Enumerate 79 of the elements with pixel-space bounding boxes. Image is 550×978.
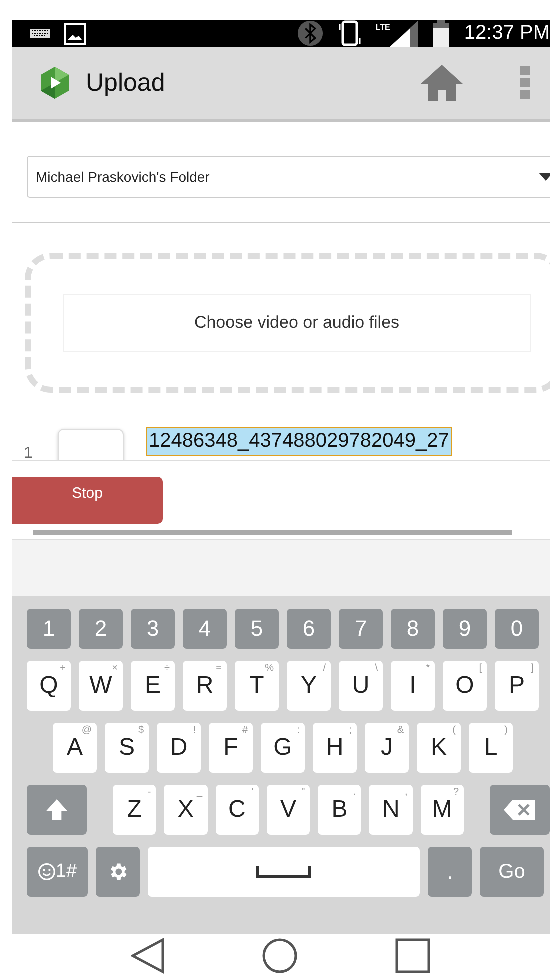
letter-key[interactable]: O [ bbox=[443, 661, 487, 711]
letter-key[interactable]: I * bbox=[391, 661, 435, 711]
key-hint: _ bbox=[196, 787, 203, 798]
letter-key[interactable]: T % bbox=[235, 661, 279, 711]
letter-key[interactable]: M ? bbox=[420, 785, 464, 835]
backspace-icon bbox=[502, 798, 537, 822]
clock: 12:37 PM bbox=[464, 22, 550, 45]
letter-key[interactable]: L ) bbox=[469, 723, 513, 773]
key-hint: & bbox=[397, 725, 404, 736]
key-hint: / bbox=[323, 663, 326, 674]
key-hint: # bbox=[242, 725, 248, 736]
file-name-field[interactable]: 12486348_437488029782049_27 bbox=[146, 427, 452, 456]
vibrate-icon bbox=[338, 20, 362, 47]
file-number: 1 bbox=[24, 445, 34, 460]
space-bar-icon bbox=[256, 865, 312, 879]
backspace-key[interactable] bbox=[490, 785, 550, 835]
key-hint: , bbox=[404, 787, 408, 798]
overflow-menu-icon[interactable] bbox=[520, 66, 530, 100]
key-hint: % bbox=[265, 663, 274, 674]
caret-icon bbox=[539, 173, 550, 181]
letter-key[interactable]: W × bbox=[79, 661, 123, 711]
stop-button[interactable]: Stop bbox=[12, 477, 163, 524]
key-hint: : bbox=[297, 725, 300, 736]
network-type: LTE bbox=[376, 23, 390, 32]
letter-key[interactable]: J & bbox=[365, 723, 409, 773]
keyboard-icon bbox=[30, 28, 50, 38]
key-hint: ) bbox=[504, 725, 508, 736]
letter-key[interactable]: P ] bbox=[495, 661, 539, 711]
letter-key[interactable]: U \ bbox=[339, 661, 383, 711]
letter-key[interactable]: Z - bbox=[112, 785, 156, 835]
letter-key[interactable]: E ÷ bbox=[131, 661, 175, 711]
letter-key[interactable]: B . bbox=[318, 785, 362, 835]
key-hint: ! bbox=[193, 725, 196, 736]
key-hint: ÷ bbox=[164, 663, 170, 674]
key-hint: " bbox=[302, 787, 306, 798]
letter-key[interactable]: Y / bbox=[287, 661, 331, 711]
key-hint: $ bbox=[138, 725, 144, 736]
key-hint: @ bbox=[82, 725, 92, 736]
key-hint: * bbox=[426, 663, 430, 674]
smiley-icon bbox=[38, 863, 56, 881]
key-hint: + bbox=[60, 663, 66, 674]
letter-key[interactable]: G : bbox=[261, 723, 305, 773]
battery-icon bbox=[432, 20, 450, 48]
home-icon[interactable] bbox=[420, 64, 464, 102]
letter-key[interactable]: H ; bbox=[313, 723, 357, 773]
letter-key[interactable]: Q + bbox=[27, 661, 71, 711]
letter-key[interactable]: N , bbox=[369, 785, 413, 835]
letter-key[interactable]: S $ bbox=[105, 723, 149, 773]
choose-files-button[interactable]: Choose video or audio files bbox=[63, 294, 531, 352]
key-hint: × bbox=[112, 663, 118, 674]
key-hint: \ bbox=[375, 663, 378, 674]
letter-key[interactable]: C ' bbox=[216, 785, 259, 835]
app-logo-icon bbox=[38, 66, 72, 100]
drop-zone[interactable]: Choose video or audio files bbox=[25, 253, 550, 393]
key-hint: ? bbox=[454, 787, 460, 798]
key-hint: [ bbox=[479, 663, 482, 674]
letter-key[interactable]: R = bbox=[183, 661, 227, 711]
recent-apps-icon[interactable] bbox=[395, 938, 432, 974]
signal-icon bbox=[390, 20, 418, 46]
letter-key[interactable]: F # bbox=[209, 723, 253, 773]
letter-key[interactable]: K ( bbox=[417, 723, 461, 773]
app-title: Upload bbox=[86, 68, 166, 98]
key-hint: - bbox=[148, 787, 152, 798]
letter-key[interactable]: X _ bbox=[164, 785, 208, 835]
letter-key[interactable]: A @ bbox=[53, 723, 97, 773]
key-hint: ; bbox=[349, 725, 352, 736]
image-icon bbox=[64, 22, 86, 44]
home-circle-icon[interactable] bbox=[262, 938, 298, 974]
back-icon[interactable] bbox=[130, 938, 165, 974]
settings-key[interactable] bbox=[96, 847, 140, 897]
letter-key[interactable]: V " bbox=[266, 785, 310, 835]
key-hint: ' bbox=[252, 787, 254, 798]
shift-key[interactable] bbox=[27, 785, 88, 835]
letter-key[interactable]: D ! bbox=[157, 723, 201, 773]
folder-dropdown[interactable]: Michael Praskovich's Folder bbox=[27, 156, 550, 198]
key-hint: . bbox=[354, 787, 356, 798]
key-hint: ( bbox=[452, 725, 456, 736]
key-hint: ] bbox=[531, 663, 534, 674]
key-hint: = bbox=[216, 663, 222, 674]
